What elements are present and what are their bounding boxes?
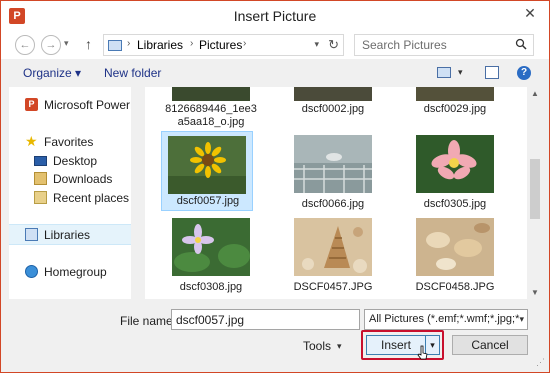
search-icon[interactable] bbox=[515, 38, 527, 53]
close-button[interactable]: ✕ bbox=[517, 3, 543, 23]
file-name: 8126689446_1ee3 bbox=[165, 103, 257, 115]
file-thumbnail bbox=[416, 218, 494, 276]
file-list-scrollbar[interactable]: ▲ ▼ bbox=[527, 87, 543, 299]
refresh-icon[interactable]: ↻ bbox=[328, 37, 339, 53]
recent-places-icon bbox=[34, 191, 47, 204]
homegroup-icon bbox=[25, 265, 38, 278]
file-thumbnail bbox=[294, 87, 372, 101]
breadcrumb-separator-icon[interactable]: › bbox=[190, 38, 193, 49]
file-name: dscf0057.jpg bbox=[176, 195, 240, 207]
file-tile[interactable]: dscf0066.jpg bbox=[287, 135, 379, 211]
breadcrumb-separator-icon[interactable]: › bbox=[127, 38, 130, 49]
search-box[interactable]: Search Pictures bbox=[354, 34, 534, 56]
search-placeholder[interactable]: Search Pictures bbox=[362, 38, 447, 52]
file-tile-selected[interactable]: dscf0057.jpg bbox=[161, 131, 253, 211]
file-name-field[interactable]: dscf0057.jpg bbox=[171, 309, 360, 330]
sidebar-item-downloads[interactable]: Downloads bbox=[9, 169, 131, 188]
file-thumbnail bbox=[416, 87, 494, 101]
navigation-pane-scrollbar[interactable] bbox=[131, 87, 145, 299]
star-icon: ★ bbox=[25, 133, 38, 149]
recent-locations-dropdown-icon[interactable]: ▾ bbox=[64, 38, 69, 49]
sidebar-item-recent-places[interactable]: Recent places bbox=[9, 188, 131, 207]
up-arrow-icon[interactable]: ↑ bbox=[85, 36, 92, 52]
file-name: DSCF0457.JPG bbox=[293, 281, 373, 293]
sidebar-item-homegroup[interactable]: Homegroup bbox=[9, 262, 131, 281]
file-tile[interactable]: 8126689446_1ee3 a5aa18_o.jpg bbox=[165, 87, 257, 131]
file-tile[interactable]: DSCF0458.JPG bbox=[409, 218, 501, 294]
help-icon[interactable]: ? bbox=[517, 66, 531, 80]
file-name: DSCF0458.JPG bbox=[415, 281, 495, 293]
downloads-icon bbox=[34, 172, 47, 185]
file-tile[interactable]: DSCF0457.JPG bbox=[287, 218, 379, 294]
sidebar-item-desktop[interactable]: Desktop bbox=[9, 151, 131, 170]
chevron-down-icon[interactable]: ▾ bbox=[519, 314, 524, 325]
file-name-label: File name: bbox=[120, 314, 177, 328]
powerpoint-icon: P bbox=[25, 98, 38, 111]
tools-button[interactable]: Tools bbox=[303, 339, 331, 353]
breadcrumb-libraries[interactable]: Libraries bbox=[137, 38, 183, 52]
library-folder-icon bbox=[108, 40, 122, 51]
file-tile[interactable]: dscf0308.jpg bbox=[165, 218, 257, 294]
file-name: a5aa18_o.jpg bbox=[177, 116, 245, 128]
title-bar: P Insert Picture ✕ bbox=[1, 1, 549, 31]
file-thumbnail bbox=[172, 218, 250, 276]
organize-button[interactable]: Organize ▾ bbox=[23, 66, 81, 80]
scroll-down-icon[interactable]: ▼ bbox=[527, 288, 543, 297]
navigation-bar: ← → ▾ ↑ › Libraries › Pictures › ▾ ↻ Sea… bbox=[1, 31, 549, 59]
file-name: dscf0029.jpg bbox=[423, 103, 487, 115]
dialog-footer: File name: dscf0057.jpg All Pictures (*.… bbox=[1, 299, 549, 372]
dialog-title: Insert Picture bbox=[233, 8, 317, 24]
sidebar-item-microsoft-powerpoint[interactable]: P Microsoft PowerPoint bbox=[9, 95, 131, 114]
file-name: dscf0066.jpg bbox=[301, 198, 365, 210]
file-list: 8126689446_1ee3 a5aa18_o.jpg dscf0002.jp… bbox=[145, 87, 527, 299]
cancel-button[interactable]: Cancel bbox=[452, 335, 528, 355]
view-options-dropdown-icon[interactable]: ▾ bbox=[458, 67, 463, 78]
sidebar-item-favorites[interactable]: ★ Favorites bbox=[9, 132, 131, 151]
libraries-icon bbox=[25, 228, 38, 241]
file-thumbnail bbox=[172, 87, 250, 101]
back-button[interactable]: ← bbox=[15, 35, 35, 55]
new-folder-button[interactable]: New folder bbox=[104, 66, 161, 80]
file-thumbnail bbox=[294, 218, 372, 276]
address-bar[interactable]: › Libraries › Pictures › ▾ ↻ bbox=[103, 34, 344, 56]
change-view-icon[interactable] bbox=[437, 67, 451, 78]
tools-dropdown-icon[interactable]: ▾ bbox=[337, 341, 342, 352]
file-tile[interactable]: dscf0002.jpg bbox=[287, 87, 379, 119]
navigation-pane: P Microsoft PowerPoint ★ Favorites Deskt… bbox=[9, 87, 131, 299]
forward-button[interactable]: → bbox=[41, 35, 61, 55]
sidebar-item-libraries[interactable]: Libraries bbox=[9, 224, 131, 245]
file-thumbnail bbox=[416, 135, 494, 193]
desktop-icon bbox=[34, 156, 47, 166]
insert-picture-dialog: P Insert Picture ✕ ← → ▾ ↑ › Libraries ›… bbox=[0, 0, 550, 373]
file-thumbnail bbox=[168, 136, 246, 194]
file-name: dscf0002.jpg bbox=[301, 103, 365, 115]
file-name: dscf0308.jpg bbox=[179, 281, 243, 293]
file-name: dscf0305.jpg bbox=[423, 198, 487, 210]
command-toolbar: Organize ▾ New folder ▾ ? bbox=[1, 59, 549, 87]
scrollbar-thumb[interactable] bbox=[530, 159, 540, 219]
resize-grip-icon[interactable]: ⋰ bbox=[536, 357, 545, 368]
address-dropdown-icon[interactable]: ▾ bbox=[314, 39, 319, 50]
mouse-pointer-icon bbox=[417, 345, 428, 360]
scroll-up-icon[interactable]: ▲ bbox=[527, 89, 543, 98]
file-type-value: All Pictures (*.emf;*.wmf;*.jpg;* bbox=[369, 313, 520, 325]
breadcrumb-pictures[interactable]: Pictures bbox=[199, 38, 242, 52]
preview-pane-icon[interactable] bbox=[485, 66, 499, 79]
file-tile[interactable]: dscf0029.jpg bbox=[409, 87, 501, 119]
file-thumbnail bbox=[294, 135, 372, 193]
file-tile[interactable]: dscf0305.jpg bbox=[409, 135, 501, 211]
file-type-select[interactable]: All Pictures (*.emf;*.wmf;*.jpg;* ▾ bbox=[364, 309, 528, 330]
breadcrumb-separator-icon[interactable]: › bbox=[243, 38, 246, 49]
